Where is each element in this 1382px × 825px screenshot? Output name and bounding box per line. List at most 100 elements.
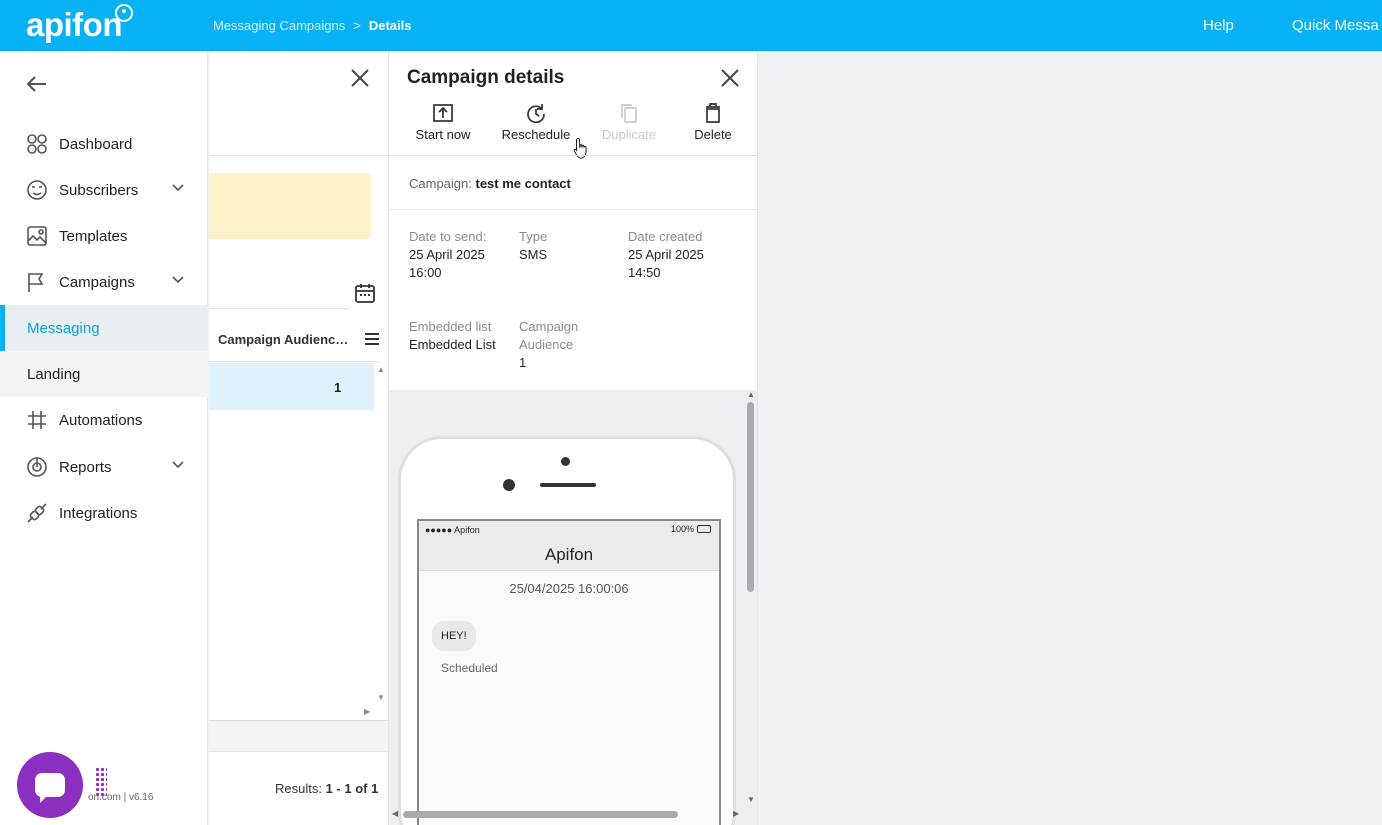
sidebar-item-label: Integrations bbox=[59, 504, 138, 522]
campaign-audience-field: Campaign Audience 1 bbox=[519, 318, 599, 372]
close-icon[interactable] bbox=[720, 67, 740, 95]
sidebar-item-campaigns[interactable]: Campaigns bbox=[0, 259, 208, 305]
scroll-down-icon[interactable]: ▼ bbox=[377, 693, 385, 702]
embedded-list-value: Embedded List bbox=[409, 337, 496, 352]
hand-cursor-icon bbox=[573, 137, 589, 164]
campaign-name: test me contact bbox=[475, 176, 571, 191]
column-menu-icon[interactable] bbox=[365, 332, 379, 349]
quick-message-link[interactable]: Quick Messa bbox=[1292, 17, 1379, 34]
sidebar-item-automations[interactable]: Automations bbox=[0, 397, 208, 443]
delete-button[interactable]: Delete bbox=[673, 101, 753, 142]
table-cell-audience: 1 bbox=[334, 380, 342, 395]
divider bbox=[209, 308, 349, 309]
embedded-list-field: Embedded list Embedded List bbox=[409, 318, 519, 354]
divider bbox=[209, 155, 388, 156]
sidebar-item-dashboard[interactable]: Dashboard bbox=[0, 121, 208, 167]
divider bbox=[389, 209, 757, 210]
scroll-up-icon[interactable]: ▲ bbox=[377, 365, 385, 374]
panel-title: Campaign details bbox=[407, 67, 565, 88]
scroll-up-icon[interactable]: ▲ bbox=[747, 390, 755, 399]
battery-icon bbox=[697, 525, 712, 533]
divider bbox=[389, 155, 757, 156]
campaign-audience-label: Campaign Audience bbox=[519, 319, 579, 352]
sidebar-item-templates[interactable]: Templates bbox=[0, 213, 208, 259]
reschedule-label: Reschedule bbox=[501, 127, 571, 142]
logo-mark-icon bbox=[115, 4, 133, 22]
delete-label: Delete bbox=[694, 127, 732, 142]
breadcrumb: Messaging Campaigns > Details bbox=[213, 18, 411, 33]
campaign-audience-value: 1 bbox=[519, 355, 527, 370]
column-header-campaign-audience[interactable]: Campaign Audienc… bbox=[218, 332, 348, 347]
date-to-send-value: 25 April 2025 16:00 bbox=[409, 247, 485, 280]
notice-box bbox=[209, 173, 371, 239]
version-label: on.com | v6.16 bbox=[88, 792, 154, 803]
duplicate-label: Duplicate bbox=[601, 127, 657, 142]
battery-percent: 100% bbox=[671, 524, 695, 534]
reschedule-button[interactable]: Reschedule bbox=[496, 101, 576, 142]
breadcrumb-details: Details bbox=[368, 18, 412, 33]
phone-header: ●●●●● Apifon 100% Apifon bbox=[419, 521, 719, 571]
date-created-value: 25 April 2025 14:50 bbox=[628, 247, 704, 280]
sidebar-item-landing[interactable]: Landing bbox=[0, 351, 208, 397]
phone-mockup: ●●●●● Apifon 100% Apifon 25/04/2025 16:0… bbox=[398, 436, 736, 825]
message-bubble: HEY! bbox=[432, 621, 476, 651]
start-now-button[interactable]: Start now bbox=[403, 101, 483, 142]
sidebar-item-label: Landing bbox=[27, 365, 81, 383]
scroll-left-icon[interactable]: ◀ bbox=[392, 809, 398, 818]
embedded-list-label: Embedded list bbox=[409, 319, 492, 334]
reports-icon bbox=[25, 455, 49, 479]
breadcrumb-separator: > bbox=[353, 18, 361, 33]
sidebar-item-messaging[interactable]: Messaging bbox=[0, 305, 208, 351]
results-count: Results: 1 - 1 of 1 bbox=[275, 781, 378, 796]
battery-status: 100% bbox=[671, 524, 712, 534]
sidebar-item-label: Campaigns bbox=[59, 273, 135, 291]
horizontal-scrollbar[interactable] bbox=[403, 811, 678, 818]
scroll-down-icon[interactable]: ▼ bbox=[747, 795, 755, 804]
scroll-right-icon[interactable]: ▶ bbox=[364, 707, 370, 716]
results-value: 1 - 1 of 1 bbox=[325, 781, 379, 796]
breadcrumb-messaging-campaigns[interactable]: Messaging Campaigns bbox=[213, 18, 345, 33]
sidebar-item-subscribers[interactable]: Subscribers bbox=[0, 167, 208, 213]
phone-camera-icon bbox=[561, 457, 570, 466]
flag-icon bbox=[25, 270, 49, 294]
duplicate-icon bbox=[589, 101, 669, 125]
help-link[interactable]: Help bbox=[1203, 17, 1234, 34]
chat-bubble-icon bbox=[35, 773, 65, 803]
phone-speaker-icon bbox=[540, 483, 596, 487]
divider bbox=[209, 361, 379, 362]
subscribers-icon bbox=[25, 178, 49, 202]
vertical-scrollbar[interactable] bbox=[747, 402, 754, 592]
type-label: Type bbox=[519, 229, 548, 244]
message-preview: ●●●●● Apifon 100% Apifon 25/04/2025 16:0… bbox=[389, 390, 757, 825]
campaign-name-row: Campaign: test me contact bbox=[409, 176, 571, 191]
chevron-down-icon[interactable] bbox=[172, 181, 184, 195]
start-now-label: Start now bbox=[415, 127, 471, 142]
type-value: SMS bbox=[519, 247, 548, 262]
back-arrow-icon[interactable] bbox=[26, 73, 48, 99]
phone-screen: ●●●●● Apifon 100% Apifon 25/04/2025 16:0… bbox=[417, 519, 721, 825]
campaign-details-panel: Campaign details Start now Reschedule Du… bbox=[389, 51, 758, 825]
chat-button[interactable] bbox=[17, 752, 83, 818]
phone-lens-icon bbox=[503, 479, 515, 491]
sidebar-item-label: Subscribers bbox=[59, 181, 139, 199]
sender-name: Apifon bbox=[544, 545, 594, 564]
scroll-right-icon[interactable]: ▶ bbox=[733, 809, 739, 818]
message-status: Scheduled bbox=[441, 661, 498, 675]
chevron-down-icon[interactable] bbox=[172, 458, 184, 472]
sidebar-item-label: Templates bbox=[59, 227, 128, 245]
table-row[interactable] bbox=[209, 363, 374, 410]
sidebar-item-integrations[interactable]: Integrations bbox=[0, 490, 208, 536]
sidebar-item-label: Dashboard bbox=[59, 135, 133, 153]
table-footer-spacer bbox=[209, 721, 388, 751]
close-icon[interactable] bbox=[350, 67, 370, 95]
templates-icon bbox=[25, 224, 49, 248]
dashboard-icon bbox=[25, 132, 49, 156]
calendar-icon[interactable] bbox=[354, 282, 376, 309]
chevron-down-icon[interactable] bbox=[172, 273, 184, 287]
date-to-send-field: Date to send: 25 April 2025 16:00 bbox=[409, 228, 509, 282]
top-bar: apifon Messaging Campaigns > Details Hel… bbox=[0, 0, 1382, 51]
campaign-label: Campaign: bbox=[409, 176, 472, 191]
apifon-logo[interactable]: apifon bbox=[26, 6, 122, 44]
duplicate-button[interactable]: Duplicate bbox=[589, 101, 669, 142]
sidebar-item-reports[interactable]: Reports bbox=[0, 444, 208, 490]
